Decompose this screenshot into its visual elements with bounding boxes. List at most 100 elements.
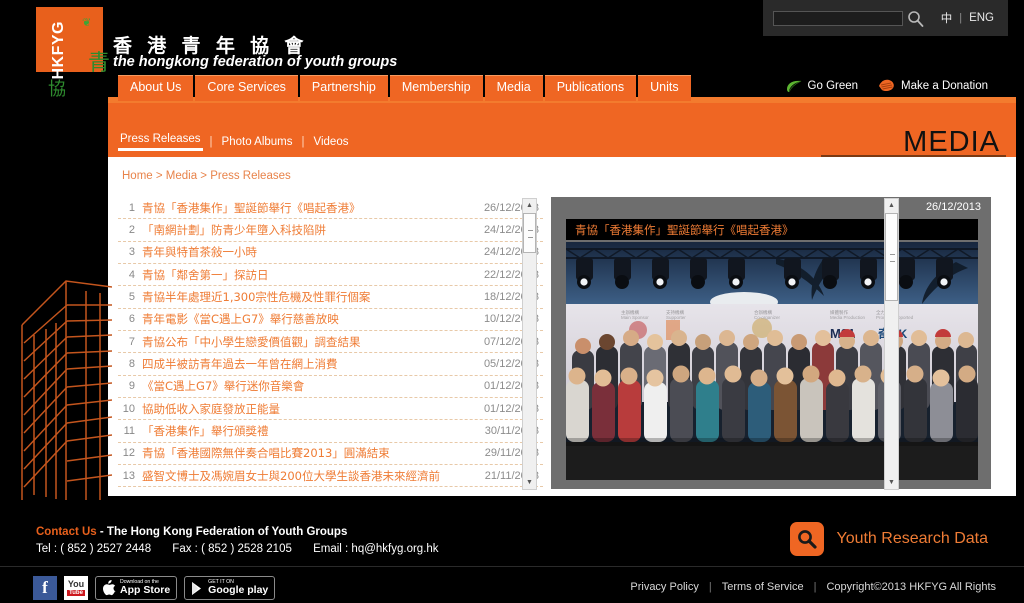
lang-switch-english[interactable]: ENG — [969, 12, 994, 24]
nav-item-units[interactable]: Units — [638, 75, 691, 101]
search-input[interactable] — [772, 10, 903, 26]
youtube-icon[interactable]: You Tube — [64, 576, 88, 600]
press-release-row[interactable]: 4 青協「鄰舍第一」探訪日 22/12/2013 — [118, 264, 543, 287]
press-release-row[interactable]: 6 青年電影《當C遇上G7》舉行慈善放映 10/12/2013 — [118, 309, 543, 332]
press-list-scroll-up[interactable]: ▲ — [523, 199, 536, 212]
logo-sprout-icon: ❦ — [82, 17, 92, 29]
press-release-row[interactable]: 9 《當C遇上G7》舉行迷你音樂會 01/12/2013 — [118, 376, 543, 399]
press-release-title[interactable]: 青協「鄰舍第一」探訪日 — [142, 267, 475, 283]
press-release-number: 7 — [128, 335, 135, 348]
terms-of-service-link[interactable]: Terms of Service — [722, 581, 804, 593]
photo-scroll-down[interactable]: ▼ — [885, 476, 898, 489]
scaffold-decoration — [20, 265, 113, 505]
press-release-title[interactable]: 青年與特首茶敍一小時 — [142, 244, 475, 260]
facebook-icon[interactable]: f — [33, 576, 57, 600]
google-play-badge[interactable]: GET IT ON Google play — [184, 576, 276, 600]
press-release-number: 8 — [128, 358, 135, 371]
press-release-row[interactable]: 11 「香港集作」舉行頒獎禮 30/11/2013 — [118, 420, 543, 443]
breadcrumb[interactable]: Home > Media > Press Releases — [122, 170, 291, 182]
nav-item-about-us[interactable]: About Us — [118, 75, 194, 101]
press-release-row[interactable]: 8 四成半被訪青年過去一年曾在網上消費 05/12/2013 — [118, 353, 543, 376]
press-list-scrollbar[interactable]: ▲ ▼ — [522, 198, 537, 490]
lang-separator: | — [959, 12, 963, 24]
nav-item-publications[interactable]: Publications — [544, 75, 637, 101]
tel-value: ( 852 ) 2527 2448 — [60, 543, 152, 555]
press-release-title[interactable]: 「香港集作」舉行頒獎禮 — [142, 423, 475, 439]
contact-us-label[interactable]: Contact Us — [36, 526, 97, 538]
google-play-label: Google play — [208, 584, 269, 597]
press-release-row[interactable]: 2 「南網計劃」防青少年墮入科技陷阱 24/12/2013 — [118, 219, 543, 242]
press-release-number: 9 — [128, 380, 135, 393]
press-release-title[interactable]: 青年電影《當C遇上G7》舉行慈善放映 — [142, 311, 475, 327]
go-green-link[interactable]: Go Green — [786, 80, 858, 93]
press-release-row[interactable]: 1 青協「香港集作」聖誕節舉行《唱起香港》 26/12/2013 — [118, 197, 543, 220]
content-panel: Home > Media > Press Releases 1 青協「香港集作」聖… — [108, 157, 1016, 496]
footer-org-name: - The Hong Kong Federation of Youth Grou… — [99, 526, 348, 538]
subnav-separator-2: | — [301, 136, 305, 148]
press-release-title[interactable]: 青協「香港國際無伴奏合唱比賽2013」圓滿結束 — [142, 445, 475, 461]
section-title-underline — [821, 155, 1006, 157]
press-release-title[interactable]: 青協半年處理近1,300宗性危機及性罪行個案 — [142, 289, 475, 305]
svg-text:Main Sponsor: Main Sponsor — [621, 315, 649, 320]
header-side-links: Go Green Make a Donation — [786, 79, 988, 93]
search-icon[interactable] — [907, 9, 925, 27]
press-list-scroll-down[interactable]: ▼ — [523, 476, 536, 489]
fax-value: ( 852 ) 2528 2105 — [201, 543, 292, 555]
press-release-title[interactable]: 《當C遇上G7》舉行迷你音樂會 — [142, 378, 475, 394]
leaf-icon — [786, 80, 802, 93]
photo-scroll-up[interactable]: ▲ — [885, 199, 898, 212]
press-release-list[interactable]: 1 青協「香港集作」聖誕節舉行《唱起香港》 26/12/2013 2 「南網計劃」防青少… — [118, 197, 543, 489]
hands-icon — [878, 79, 895, 93]
nav-item-membership[interactable]: Membership — [389, 75, 483, 101]
press-release-number: 11 — [123, 425, 135, 438]
featured-photo-image: 主辦機構 Main Sponsor 支持機構 Supporter 合辦機構 Co… — [566, 242, 978, 480]
search-badge-icon — [790, 522, 825, 556]
subnav-separator-1: | — [209, 136, 213, 148]
youth-research-data-link[interactable]: Youth Research Data — [790, 522, 988, 556]
youtube-label: You — [67, 579, 85, 589]
main-navigation: About Us Core Services Partnership Membe… — [118, 75, 691, 101]
nav-item-media[interactable]: Media — [484, 75, 543, 101]
footer-sep-1: | — [708, 581, 712, 593]
press-release-title[interactable]: 青協「香港集作」聖誕節舉行《唱起香港》 — [142, 200, 475, 216]
press-release-title[interactable]: 盛智文博士及馮婉眉女士與200位大學生談香港未來經濟前 — [142, 468, 475, 484]
press-release-title[interactable]: 「南網計劃」防青少年墮入科技陷阱 — [142, 222, 475, 238]
youtube-sub-label: Tube — [67, 590, 85, 596]
press-release-title[interactable]: 青協公布「中小學生戀愛價值觀」調查結果 — [142, 334, 475, 350]
press-release-row[interactable]: 12 青協「香港國際無伴奏合唱比賽2013」圓滿結束 29/11/2013 — [118, 443, 543, 466]
press-release-number: 1 — [128, 201, 135, 214]
press-release-row[interactable]: 10 協助低收入家庭發放正能量 01/12/2013 — [118, 398, 543, 421]
press-release-row[interactable]: 3 青年與特首茶敍一小時 24/12/2013 — [118, 242, 543, 265]
hkfyg-logo[interactable]: ❦ HKFYG 青 — [36, 7, 110, 80]
lang-switch-chinese[interactable]: 中 — [941, 10, 953, 26]
nav-item-partnership[interactable]: Partnership — [299, 75, 388, 101]
svg-text:Media Production: Media Production — [830, 315, 866, 320]
nav-item-core-services[interactable]: Core Services — [195, 75, 298, 101]
app-store-badge[interactable]: Download on the App Store — [95, 576, 178, 600]
logo-calligraphy-icon: 青 — [88, 50, 111, 75]
press-release-title[interactable]: 四成半被訪青年過去一年曾在網上消費 — [142, 356, 475, 372]
press-release-row[interactable]: 7 青協公布「中小學生戀愛價值觀」調查結果 07/12/2013 — [118, 331, 543, 354]
press-release-row[interactable]: 13 盛智文博士及馮婉眉女士與200位大學生談香港未來經濟前 21/11/2013 — [118, 465, 543, 488]
make-a-donation-link[interactable]: Make a Donation — [878, 79, 988, 93]
press-release-number: 10 — [122, 402, 135, 415]
subnav-item-press-releases[interactable]: Press Releases — [118, 133, 203, 151]
subnav-item-videos[interactable]: Videos — [312, 136, 351, 148]
press-release-row[interactable]: 5 青協半年處理近1,300宗性危機及性罪行個案 18/12/2013 — [118, 286, 543, 309]
footer-contact-line: Contact Us - The Hong Kong Federation of… — [36, 526, 347, 538]
utility-bar-inner: 中 | ENG — [762, 0, 1008, 36]
logo-text: HKFYG — [50, 21, 67, 80]
youth-research-data-label: Youth Research Data — [836, 530, 988, 547]
subnav-item-photo-albums[interactable]: Photo Albums — [220, 136, 295, 148]
app-store-label: App Store — [120, 584, 171, 597]
press-release-title[interactable]: 協助低收入家庭發放正能量 — [142, 401, 475, 417]
press-list-scroll-thumb[interactable] — [523, 213, 536, 253]
email-label: Email : — [313, 543, 349, 555]
photo-scroll-thumb[interactable] — [885, 213, 898, 301]
featured-photo-panel[interactable]: 26/12/2013 青協「香港集作」聖誕節舉行《唱起香港》 主辦機構 Main… — [551, 197, 991, 489]
privacy-policy-link[interactable]: Privacy Policy — [630, 581, 698, 593]
press-release-number: 12 — [122, 447, 135, 460]
photo-panel-scrollbar[interactable]: ▲ ▼ — [884, 198, 899, 490]
footer-email: Email : hq@hkfyg.org.hk — [313, 543, 438, 555]
email-value[interactable]: hq@hkfyg.org.hk — [351, 543, 438, 555]
